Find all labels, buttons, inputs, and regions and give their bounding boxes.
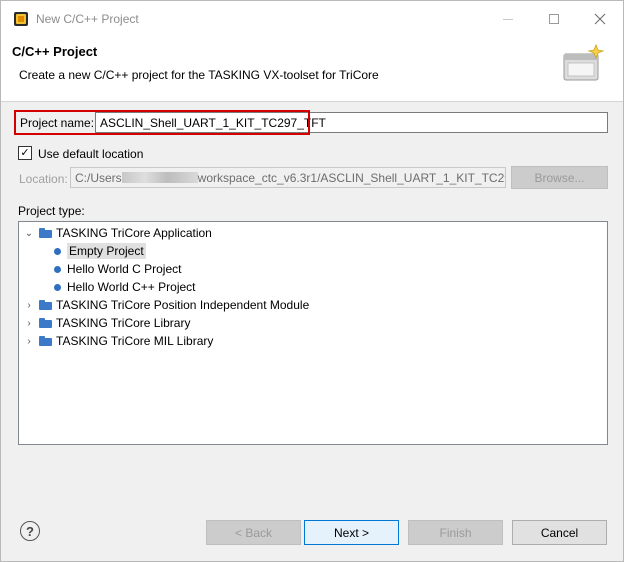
new-project-wizard-icon (563, 43, 605, 81)
project-type-tree[interactable]: ⌄ TASKING TriCore Application Empty Proj… (18, 221, 608, 445)
cancel-button[interactable]: Cancel (512, 520, 607, 545)
maximize-button[interactable] (531, 1, 577, 37)
folder-icon (39, 300, 52, 310)
maximize-icon (549, 14, 559, 24)
page-description: Create a new C/C++ project for the TASKI… (19, 68, 379, 82)
help-icon[interactable]: ? (20, 521, 40, 541)
folder-icon (39, 318, 52, 328)
tree-item-tricore-library[interactable]: › TASKING TriCore Library (23, 314, 190, 332)
use-default-location-label: Use default location (38, 147, 144, 161)
close-button[interactable] (577, 1, 623, 37)
tree-item-position-independent-module[interactable]: › TASKING TriCore Position Independent M… (23, 296, 309, 314)
folder-icon (39, 228, 52, 238)
tree-item-label: TASKING TriCore Library (56, 316, 191, 330)
tree-item-label: Empty Project (67, 243, 146, 259)
title-bar: New C/C++ Project (1, 1, 623, 37)
next-button[interactable]: Next > (304, 520, 399, 545)
tree-item-hello-world-c[interactable]: Hello World C Project (54, 260, 181, 278)
checkmark-icon: ✓ (20, 146, 30, 159)
minimize-icon (503, 18, 513, 20)
tree-item-empty-project[interactable]: Empty Project (54, 242, 146, 260)
tree-item-tasking-tricore-application[interactable]: ⌄ TASKING TriCore Application (23, 224, 212, 242)
tree-item-label: TASKING TriCore Position Independent Mod… (56, 298, 310, 312)
location-label: Location: (19, 172, 68, 186)
back-button: < Back (206, 520, 301, 545)
tree-item-label: TASKING TriCore MIL Library (56, 334, 214, 348)
tree-item-label: TASKING TriCore Application (56, 226, 212, 240)
template-bullet-icon (54, 283, 61, 291)
template-bullet-icon (54, 265, 61, 273)
location-path-prefix: C:/Users (75, 171, 122, 185)
tree-item-label: Hello World C++ Project (67, 280, 196, 294)
location-input: C:/Users workspace_ctc_v6.3r1/ASCLIN_Shel… (70, 167, 506, 188)
folder-icon (39, 336, 52, 346)
location-path-suffix: workspace_ctc_v6.3r1/ASCLIN_Shell_UART_1… (197, 171, 505, 185)
page-title: C/C++ Project (12, 44, 98, 59)
wizard-header: C/C++ Project Create a new C/C++ project… (1, 37, 623, 102)
minimize-button[interactable] (485, 1, 531, 37)
annotation-highlight-box (14, 110, 310, 135)
browse-button: Browse... (511, 166, 608, 189)
tree-item-hello-world-cpp[interactable]: Hello World C++ Project (54, 278, 196, 296)
close-icon (594, 13, 606, 25)
window-title: New C/C++ Project (36, 12, 139, 26)
finish-button: Finish (408, 520, 503, 545)
chevron-right-icon[interactable]: › (23, 300, 35, 311)
project-type-label: Project type: (18, 204, 85, 218)
tree-item-tricore-mil-library[interactable]: › TASKING TriCore MIL Library (23, 332, 213, 350)
chevron-right-icon[interactable]: › (23, 318, 35, 329)
eclipse-app-icon (14, 12, 28, 26)
redacted-username (121, 172, 198, 183)
chevron-right-icon[interactable]: › (23, 336, 35, 347)
tree-item-label: Hello World C Project (67, 262, 182, 276)
use-default-location-checkbox[interactable]: ✓ (18, 146, 32, 160)
chevron-down-icon[interactable]: ⌄ (23, 228, 35, 239)
template-bullet-icon (54, 247, 61, 255)
new-project-dialog: New C/C++ Project C/C++ Project Create a… (0, 0, 624, 562)
